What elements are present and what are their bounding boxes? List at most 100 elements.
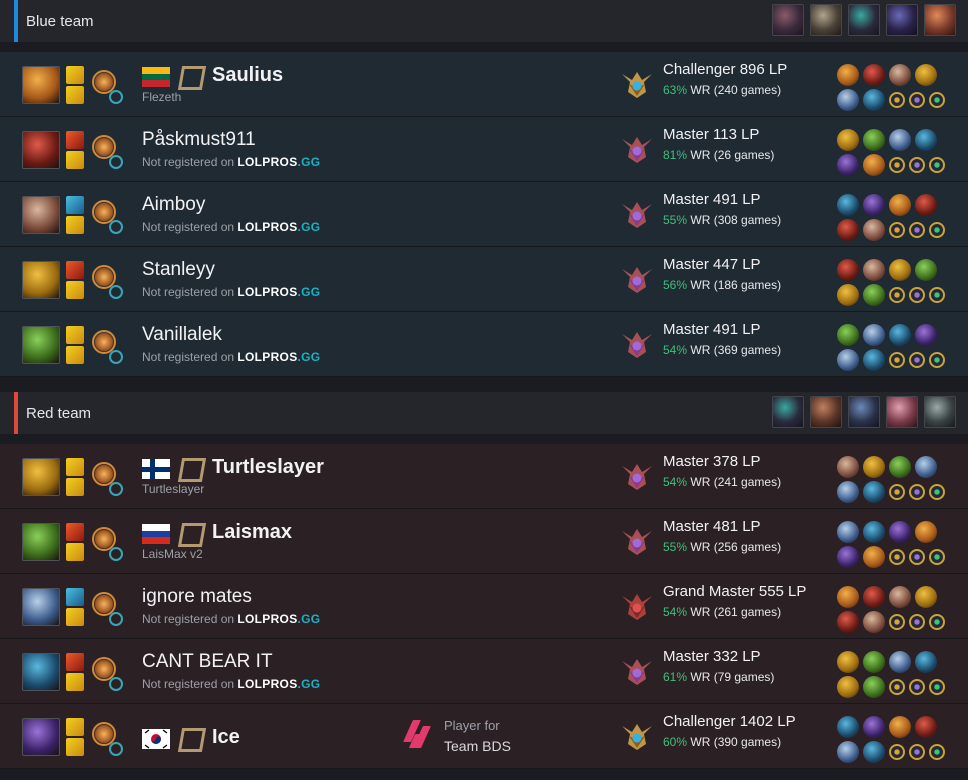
player-row[interactable]: Flezeth Saulius Challenger 896 LP 63% WR (2… [0, 52, 968, 117]
item-icon[interactable] [863, 154, 885, 176]
player-row[interactable]: Not registered on LOLPROS.GG Aimboy Master… [0, 182, 968, 247]
item-icon[interactable] [889, 456, 911, 478]
item-icon[interactable] [863, 611, 885, 633]
item-icon[interactable] [915, 586, 937, 608]
player-name[interactable]: ignore mates [142, 586, 252, 608]
item-icon[interactable] [889, 194, 911, 216]
item-icon[interactable] [837, 89, 859, 111]
lolpros-link[interactable]: LOLPROS.GG [237, 220, 320, 234]
item-icon[interactable] [863, 716, 885, 738]
item-icon[interactable] [863, 219, 885, 241]
player-row[interactable]: Not registered on LOLPROS.GG Påskmust911 M… [0, 117, 968, 182]
lolpros-link[interactable]: LOLPROS.GG [237, 612, 320, 626]
banned-champion-icon[interactable] [810, 396, 842, 428]
champion-portrait[interactable] [22, 588, 60, 626]
item-icon[interactable] [863, 64, 885, 86]
item-icon[interactable] [889, 129, 911, 151]
item-icon[interactable] [837, 324, 859, 346]
item-icon[interactable] [837, 676, 859, 698]
item-icon[interactable] [837, 741, 859, 763]
item-icon[interactable] [863, 89, 885, 111]
item-icon[interactable] [915, 651, 937, 673]
player-row[interactable]: Not registered on LOLPROS.GG ignore mates… [0, 574, 968, 639]
champion-portrait[interactable] [22, 131, 60, 169]
banned-champion-icon[interactable] [772, 4, 804, 36]
champion-portrait[interactable] [22, 523, 60, 561]
player-name[interactable]: Saulius [212, 64, 283, 87]
item-icon[interactable] [863, 456, 885, 478]
banned-champion-icon[interactable] [848, 4, 880, 36]
item-icon[interactable] [889, 324, 911, 346]
banned-champion-icon[interactable] [886, 396, 918, 428]
item-icon[interactable] [837, 651, 859, 673]
item-icon[interactable] [837, 349, 859, 371]
item-icon[interactable] [889, 521, 911, 543]
banned-champion-icon[interactable] [886, 4, 918, 36]
item-icon[interactable] [889, 716, 911, 738]
lolpros-link[interactable]: LOLPROS.GG [237, 285, 320, 299]
banned-champion-icon[interactable] [848, 396, 880, 428]
item-icon[interactable] [915, 194, 937, 216]
player-name[interactable]: Påskmust911 [142, 129, 256, 151]
item-icon[interactable] [837, 259, 859, 281]
item-icon[interactable] [863, 129, 885, 151]
player-row[interactable]: LaisMax v2 Laismax Master 481 LP 55% WR (25… [0, 509, 968, 574]
lolpros-link[interactable]: LOLPROS.GG [237, 350, 320, 364]
player-name[interactable]: Ice [212, 726, 240, 749]
player-row[interactable]: Not registered on LOLPROS.GG CANT BEAR IT… [0, 639, 968, 704]
item-icon[interactable] [889, 586, 911, 608]
item-icon[interactable] [863, 481, 885, 503]
item-icon[interactable] [837, 219, 859, 241]
item-icon[interactable] [837, 716, 859, 738]
item-icon[interactable] [863, 586, 885, 608]
item-icon[interactable] [837, 481, 859, 503]
item-icon[interactable] [863, 324, 885, 346]
item-icon[interactable] [915, 64, 937, 86]
item-icon[interactable] [837, 521, 859, 543]
player-name[interactable]: Laismax [212, 521, 292, 544]
champion-portrait[interactable] [22, 196, 60, 234]
item-icon[interactable] [863, 521, 885, 543]
item-icon[interactable] [863, 284, 885, 306]
lolpros-link[interactable]: LOLPROS.GG [237, 155, 320, 169]
item-icon[interactable] [863, 741, 885, 763]
item-icon[interactable] [837, 129, 859, 151]
item-icon[interactable] [863, 651, 885, 673]
item-icon[interactable] [837, 456, 859, 478]
player-row[interactable]: Not registered on LOLPROS.GG Stanleyy Mast… [0, 247, 968, 312]
item-icon[interactable] [837, 194, 859, 216]
banned-champion-icon[interactable] [810, 4, 842, 36]
team-affiliation[interactable]: Player for Team BDS [444, 716, 511, 756]
champion-portrait[interactable] [22, 653, 60, 691]
champion-portrait[interactable] [22, 261, 60, 299]
item-icon[interactable] [863, 546, 885, 568]
item-icon[interactable] [889, 259, 911, 281]
item-icon[interactable] [837, 546, 859, 568]
item-icon[interactable] [915, 259, 937, 281]
item-icon[interactable] [863, 676, 885, 698]
item-icon[interactable] [837, 611, 859, 633]
player-name[interactable]: Vanillalek [142, 324, 222, 346]
champion-portrait[interactable] [22, 718, 60, 756]
player-row[interactable]: Ice Player for Team BDS Challenger 1402 LP 6… [0, 704, 968, 769]
item-icon[interactable] [837, 284, 859, 306]
item-icon[interactable] [915, 716, 937, 738]
player-name[interactable]: Stanleyy [142, 259, 215, 281]
item-icon[interactable] [863, 349, 885, 371]
item-icon[interactable] [837, 64, 859, 86]
item-icon[interactable] [889, 64, 911, 86]
champion-portrait[interactable] [22, 458, 60, 496]
champion-portrait[interactable] [22, 66, 60, 104]
player-row[interactable]: Turtleslayer Turtleslayer Master 378 LP 54%… [0, 444, 968, 509]
item-icon[interactable] [863, 194, 885, 216]
item-icon[interactable] [915, 456, 937, 478]
item-icon[interactable] [837, 586, 859, 608]
item-icon[interactable] [915, 324, 937, 346]
player-name[interactable]: Aimboy [142, 194, 205, 216]
player-name[interactable]: Turtleslayer [212, 456, 324, 479]
item-icon[interactable] [915, 521, 937, 543]
banned-champion-icon[interactable] [924, 396, 956, 428]
banned-champion-icon[interactable] [772, 396, 804, 428]
lolpros-link[interactable]: LOLPROS.GG [237, 677, 320, 691]
player-name[interactable]: CANT BEAR IT [142, 651, 273, 673]
